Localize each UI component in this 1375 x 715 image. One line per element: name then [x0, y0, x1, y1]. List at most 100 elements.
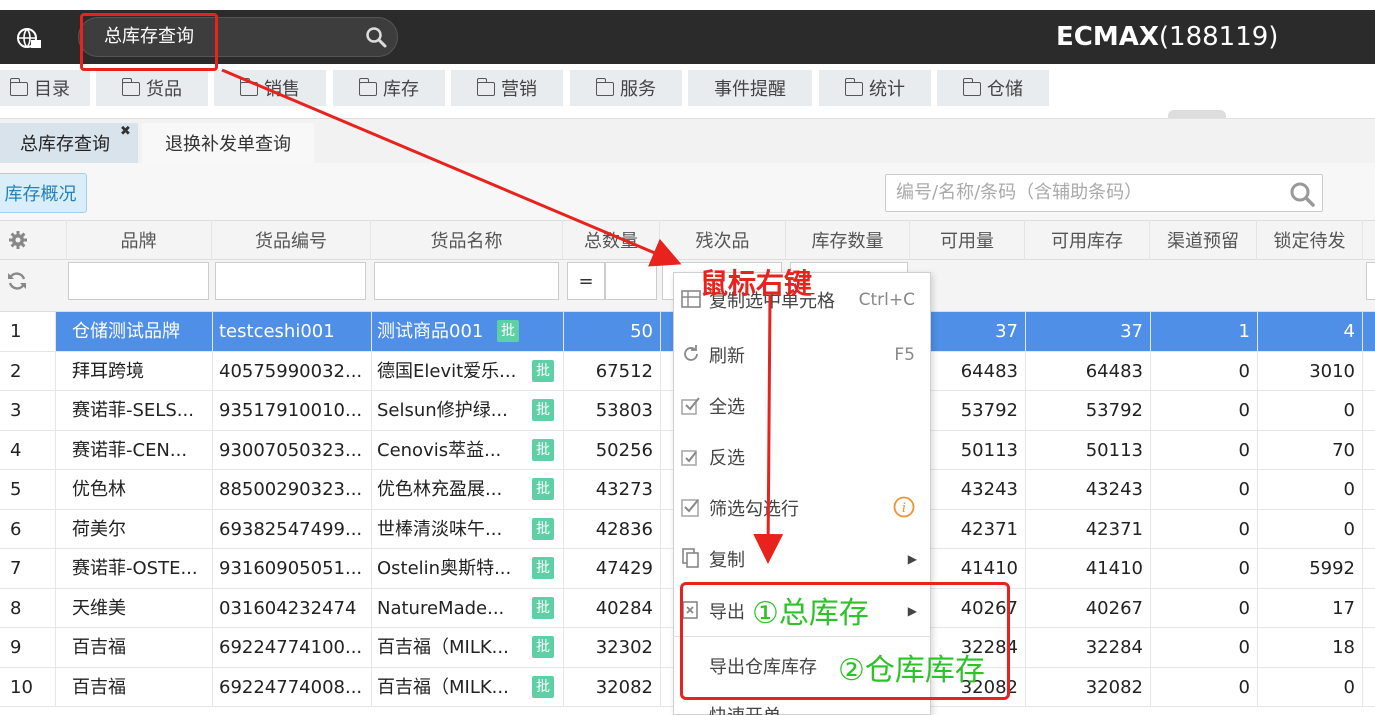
- available-stock-cell[interactable]: 64483: [1025, 352, 1143, 391]
- name-cell[interactable]: 优色林充盈展...: [377, 470, 527, 509]
- row-number[interactable]: 5: [0, 470, 55, 509]
- code-cell[interactable]: testceshi001: [219, 312, 365, 351]
- locked-cell[interactable]: 17: [1257, 589, 1355, 628]
- locked-cell[interactable]: 0: [1257, 510, 1355, 549]
- available-stock-cell[interactable]: 32082: [1025, 668, 1143, 707]
- menu-item-1[interactable]: 货品: [96, 70, 208, 106]
- menu-item-3[interactable]: 库存: [333, 70, 445, 106]
- locked-cell[interactable]: 0: [1257, 668, 1355, 707]
- info-icon[interactable]: i: [893, 496, 915, 518]
- available-stock-cell[interactable]: 32284: [1025, 628, 1143, 667]
- brand-cell[interactable]: 天维美: [72, 589, 208, 628]
- brand-cell[interactable]: 百吉福: [72, 668, 208, 707]
- globe-icon[interactable]: [16, 26, 42, 50]
- column-header-7[interactable]: 可用库存: [1025, 220, 1150, 260]
- available-stock-cell[interactable]: 40267: [1025, 589, 1143, 628]
- row-number[interactable]: 3: [0, 391, 55, 430]
- code-cell[interactable]: 69224774100...: [219, 628, 365, 667]
- available-stock-cell[interactable]: 53792: [1025, 391, 1143, 430]
- locked-cell[interactable]: 3010: [1257, 352, 1355, 391]
- reserve-cell[interactable]: 0: [1150, 352, 1250, 391]
- menu-filter-checked[interactable]: 筛选勾选行 i: [673, 482, 931, 533]
- menu-copy[interactable]: 复制 ▶: [673, 533, 931, 584]
- total-cell[interactable]: 50: [563, 312, 653, 351]
- code-cell[interactable]: 93007050323...: [219, 431, 365, 470]
- brand-cell[interactable]: 赛诺菲-SELS...: [72, 391, 208, 430]
- code-cell[interactable]: 93160905051...: [219, 549, 365, 588]
- row-number[interactable]: 1: [0, 312, 55, 351]
- total-cell[interactable]: 32082: [563, 668, 653, 707]
- row-number[interactable]: 6: [0, 510, 55, 549]
- inventory-overview-button[interactable]: 库存概况: [0, 173, 87, 213]
- brand-cell[interactable]: 拜耳跨境: [72, 352, 208, 391]
- menu-item-2[interactable]: 销售: [214, 70, 326, 106]
- code-cell[interactable]: 031604232474: [219, 589, 365, 628]
- reserve-cell[interactable]: 0: [1150, 628, 1250, 667]
- filter-name-input[interactable]: [374, 262, 559, 300]
- code-cell[interactable]: 69382547499...: [219, 510, 365, 549]
- menu-select-all[interactable]: 全选: [673, 380, 931, 431]
- tab-close-icon[interactable]: ✖: [120, 124, 131, 139]
- menu-refresh[interactable]: 刷新 F5: [673, 329, 931, 380]
- menu-item-5[interactable]: 服务: [570, 70, 682, 106]
- column-header-2[interactable]: 货品名称: [371, 220, 563, 260]
- tab-return-query[interactable]: 退换补发单查询: [142, 123, 314, 163]
- filter-operator[interactable]: =: [567, 262, 605, 300]
- total-cell[interactable]: 50256: [563, 431, 653, 470]
- brand-cell[interactable]: 赛诺菲-OSTE...: [72, 549, 208, 588]
- reserve-cell[interactable]: 0: [1150, 470, 1250, 509]
- menu-item-8[interactable]: 仓储: [937, 70, 1049, 106]
- filter-total-input[interactable]: [605, 262, 657, 300]
- name-cell[interactable]: Cenovis萃益...: [377, 431, 527, 470]
- total-cell[interactable]: 32302: [563, 628, 653, 667]
- filter-code-input[interactable]: [215, 262, 366, 300]
- reserve-cell[interactable]: 0: [1150, 668, 1250, 707]
- total-cell[interactable]: 67512: [563, 352, 653, 391]
- total-cell[interactable]: 43273: [563, 470, 653, 509]
- code-cell[interactable]: 93517910010...: [219, 391, 365, 430]
- reserve-cell[interactable]: 0: [1150, 589, 1250, 628]
- menu-item-6[interactable]: 事件提醒: [688, 70, 812, 106]
- available-stock-cell[interactable]: 42371: [1025, 510, 1143, 549]
- available-stock-cell[interactable]: 37: [1025, 312, 1143, 351]
- collapse-handle[interactable]: [1168, 110, 1226, 118]
- row-number[interactable]: 7: [0, 549, 55, 588]
- reserve-cell[interactable]: 0: [1150, 431, 1250, 470]
- search-icon[interactable]: [364, 25, 388, 49]
- name-cell[interactable]: NatureMade...: [377, 589, 527, 628]
- brand-cell[interactable]: 百吉福: [72, 628, 208, 667]
- brand-cell[interactable]: 荷美尔: [72, 510, 208, 549]
- brand-cell[interactable]: 优色林: [72, 470, 208, 509]
- brand-cell[interactable]: 仓储测试品牌: [72, 312, 208, 351]
- total-cell[interactable]: 42836: [563, 510, 653, 549]
- row-number[interactable]: 9: [0, 628, 55, 667]
- locked-cell[interactable]: 0: [1257, 470, 1355, 509]
- menu-quick-order[interactable]: 快速开单: [673, 700, 931, 715]
- row-number[interactable]: 2: [0, 352, 55, 391]
- row-number[interactable]: 4: [0, 431, 55, 470]
- code-cell[interactable]: 40575990032...: [219, 352, 365, 391]
- filter-input[interactable]: 编号/名称/条码（含辅助条码）: [885, 174, 1323, 212]
- menu-invert[interactable]: 反选: [673, 431, 931, 482]
- brand-cell[interactable]: 赛诺菲-CEN...: [72, 431, 208, 470]
- locked-cell[interactable]: 70: [1257, 431, 1355, 470]
- name-cell[interactable]: 百吉福（MILK...: [377, 628, 527, 667]
- locked-cell[interactable]: 5992: [1257, 549, 1355, 588]
- column-header-8[interactable]: 渠道预留: [1150, 220, 1257, 260]
- locked-cell[interactable]: 0: [1257, 391, 1355, 430]
- column-header-5[interactable]: 库存数量: [786, 220, 910, 260]
- column-header-4[interactable]: 残次品: [660, 220, 786, 260]
- gear-icon[interactable]: [8, 230, 28, 250]
- row-number[interactable]: 10: [0, 668, 55, 707]
- name-cell[interactable]: Ostelin奥斯特...: [377, 549, 527, 588]
- total-cell[interactable]: 47429: [563, 549, 653, 588]
- reserve-cell[interactable]: 1: [1150, 312, 1250, 351]
- filter-brand-input[interactable]: [68, 262, 209, 300]
- menu-item-4[interactable]: 营销: [451, 70, 563, 106]
- menu-item-0[interactable]: 目录: [0, 70, 90, 106]
- search-icon[interactable]: [1288, 180, 1316, 208]
- total-cell[interactable]: 53803: [563, 391, 653, 430]
- column-header-0[interactable]: 品牌: [66, 220, 212, 260]
- column-header-3[interactable]: 总数量: [563, 220, 660, 260]
- reserve-cell[interactable]: 0: [1150, 391, 1250, 430]
